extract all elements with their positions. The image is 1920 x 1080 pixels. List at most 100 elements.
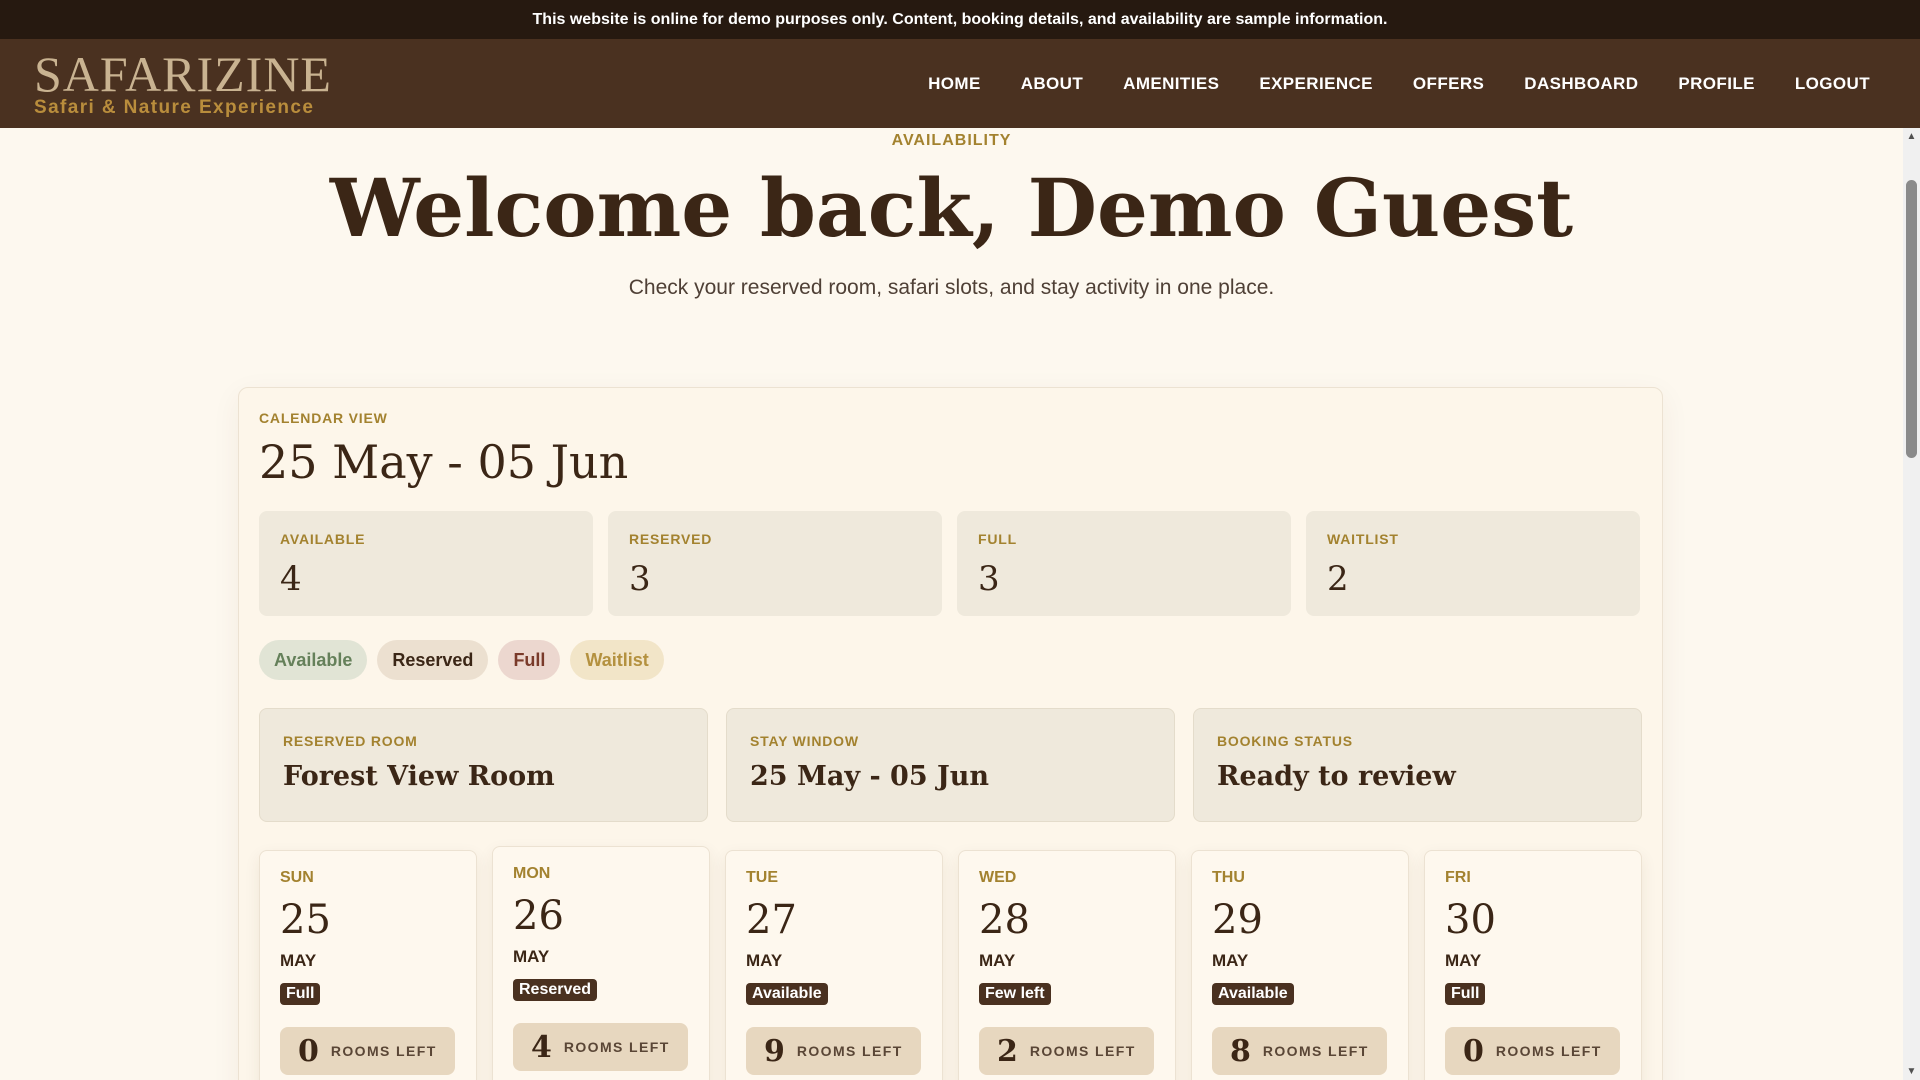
rooms-left-count: 2 (997, 1033, 1018, 1069)
booking-info-row: RESERVED ROOM Forest View Room STAY WIND… (259, 708, 1642, 822)
rooms-left-label: ROOMS LEFT (1495, 1043, 1602, 1059)
stat-card-waitlist: WAITLIST 2 (1306, 511, 1640, 616)
day-status-badge: Reserved (513, 979, 598, 1001)
status-legend: Available Reserved Full Waitlist (259, 640, 664, 680)
rooms-left-label: ROOMS LEFT (1262, 1043, 1369, 1059)
info-label: RESERVED ROOM (283, 733, 418, 749)
day-card-fri[interactable]: FRI 30 MAY Full 0 ROOMS LEFT (1424, 850, 1642, 1080)
rooms-left-label: ROOMS LEFT (1029, 1043, 1136, 1059)
scroll-down-arrow-icon[interactable]: ▼ (1903, 1063, 1920, 1080)
info-value: 25 May - 05 Jun (750, 761, 990, 792)
rooms-left-chip: 8 ROOMS LEFT (1212, 1027, 1387, 1075)
info-label: STAY WINDOW (750, 733, 859, 749)
calendar-eyebrow: CALENDAR VIEW (259, 410, 388, 426)
day-card-wed[interactable]: WED 28 MAY Few left 2 ROOMS LEFT (958, 850, 1176, 1080)
rooms-left-chip: 2 ROOMS LEFT (979, 1027, 1154, 1075)
day-date: 28 (979, 897, 1030, 943)
rooms-left-label: ROOMS LEFT (330, 1043, 437, 1059)
day-card-thu[interactable]: THU 29 MAY Available 8 ROOMS LEFT (1191, 850, 1409, 1080)
nav-profile[interactable]: PROFILE (1678, 74, 1754, 94)
calendar-panel: CALENDAR VIEW 25 May - 05 Jun AVAILABLE … (238, 387, 1663, 1080)
scroll-up-arrow-icon[interactable]: ▲ (1903, 128, 1920, 145)
rooms-left-chip: 4 ROOMS LEFT (513, 1023, 688, 1071)
stat-value: 3 (629, 559, 651, 599)
stat-card-reserved: RESERVED 3 (608, 511, 942, 616)
day-status-badge: Available (746, 983, 828, 1005)
legend-reserved: Reserved (377, 640, 489, 680)
day-month: MAY (979, 951, 1016, 970)
day-month: MAY (513, 947, 550, 966)
stat-value: 2 (1327, 559, 1349, 599)
rooms-left-count: 9 (764, 1033, 785, 1069)
legend-full: Full (498, 640, 561, 680)
info-value: Ready to review (1217, 761, 1456, 792)
info-label: BOOKING STATUS (1217, 733, 1353, 749)
main-nav: HOME ABOUT AMENITIES EXPERIENCE OFFERS D… (928, 39, 1870, 128)
nav-offers[interactable]: OFFERS (1413, 74, 1484, 94)
brand-logo[interactable]: SAFARIZINE Safari & Nature Experience (34, 47, 332, 119)
nav-dashboard[interactable]: DASHBOARD (1524, 74, 1638, 94)
stat-value: 3 (978, 559, 1000, 599)
day-name: THU (1212, 869, 1245, 886)
brand-tagline: Safari & Nature Experience (34, 97, 315, 118)
rooms-left-chip: 0 ROOMS LEFT (280, 1027, 455, 1075)
day-month: MAY (1445, 951, 1482, 970)
day-date: 26 (513, 893, 564, 939)
nav-home[interactable]: HOME (928, 74, 981, 94)
scrollbar-thumb[interactable] (1906, 180, 1917, 458)
stat-label: AVAILABLE (280, 531, 366, 547)
day-status-badge: Full (1445, 983, 1486, 1005)
nav-experience[interactable]: EXPERIENCE (1259, 74, 1373, 94)
stat-card-full: FULL 3 (957, 511, 1291, 616)
stat-label: FULL (978, 531, 1017, 547)
rooms-left-count: 4 (531, 1029, 552, 1065)
nav-about[interactable]: ABOUT (1021, 74, 1083, 94)
rooms-left-count: 0 (1463, 1033, 1484, 1069)
stats-row: AVAILABLE 4 RESERVED 3 FULL 3 WAITLIST 2 (259, 511, 1640, 616)
page-title: Welcome back, Demo Guest (329, 161, 1574, 255)
demo-notice-text: This website is online for demo purposes… (532, 10, 1388, 28)
section-eyebrow: AVAILABILITY (891, 132, 1012, 149)
day-card-sun[interactable]: SUN 25 MAY Full 0 ROOMS LEFT (259, 850, 477, 1080)
day-status-badge: Full (280, 983, 321, 1005)
day-name: FRI (1445, 869, 1471, 886)
day-status-badge: Few left (979, 983, 1051, 1005)
legend-waitlist: Waitlist (570, 640, 664, 680)
day-date: 30 (1445, 897, 1496, 943)
site-header: SAFARIZINE Safari & Nature Experience HO… (0, 39, 1920, 128)
demo-notice-bar: This website is online for demo purposes… (0, 0, 1920, 39)
page-scrollbar[interactable]: ▲ ▼ (1903, 128, 1920, 1080)
rooms-left-label: ROOMS LEFT (563, 1039, 670, 1055)
info-value: Forest View Room (283, 761, 555, 792)
rooms-left-label: ROOMS LEFT (796, 1043, 903, 1059)
legend-available: Available (259, 640, 368, 680)
day-name: MON (513, 865, 551, 882)
info-card-reserved-room: RESERVED ROOM Forest View Room (259, 708, 708, 822)
day-date: 29 (1212, 897, 1263, 943)
calendar-range: 25 May - 05 Jun (259, 435, 629, 489)
nav-logout[interactable]: LOGOUT (1795, 74, 1870, 94)
day-card-tue[interactable]: TUE 27 MAY Available 9 ROOMS LEFT (725, 850, 943, 1080)
brand-name: SAFARIZINE (34, 46, 332, 102)
day-name: TUE (746, 869, 778, 886)
stat-label: RESERVED (629, 531, 713, 547)
stat-label: WAITLIST (1327, 531, 1399, 547)
rooms-left-chip: 0 ROOMS LEFT (1445, 1027, 1620, 1075)
day-month: MAY (280, 951, 317, 970)
rooms-left-count: 0 (298, 1033, 319, 1069)
info-card-stay-window: STAY WINDOW 25 May - 05 Jun (726, 708, 1175, 822)
rooms-left-count: 8 (1230, 1033, 1251, 1069)
day-card-mon[interactable]: MON 26 MAY Reserved 4 ROOMS LEFT (492, 846, 710, 1080)
stat-value: 4 (280, 559, 302, 599)
rooms-left-chip: 9 ROOMS LEFT (746, 1027, 921, 1075)
day-status-badge: Available (1212, 983, 1294, 1005)
stat-card-available: AVAILABLE 4 (259, 511, 593, 616)
day-month: MAY (746, 951, 783, 970)
nav-amenities[interactable]: AMENITIES (1123, 74, 1219, 94)
day-date: 27 (746, 897, 797, 943)
day-date: 25 (280, 897, 331, 943)
page-subtitle: Check your reserved room, safari slots, … (628, 276, 1275, 299)
day-name: WED (979, 869, 1017, 886)
day-month: MAY (1212, 951, 1249, 970)
day-name: SUN (280, 869, 314, 886)
